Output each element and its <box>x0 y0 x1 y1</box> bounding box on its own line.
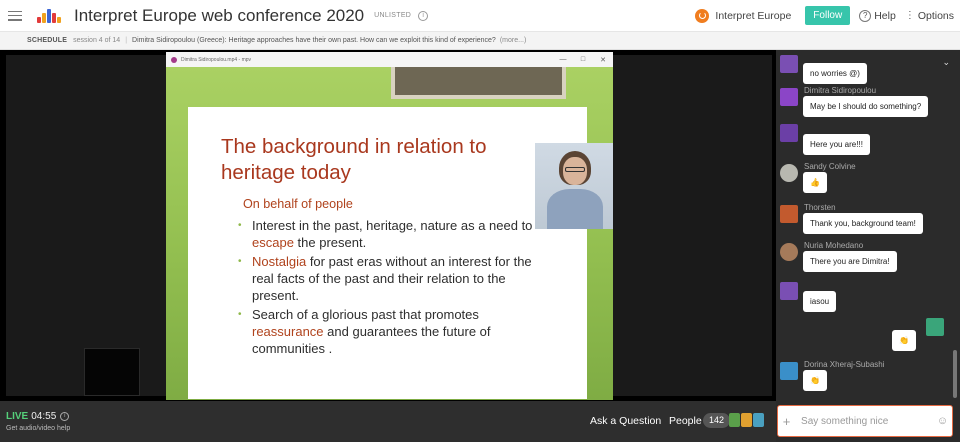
options-button[interactable]: ⋮ Options <box>905 10 954 22</box>
close-icon[interactable]: ✕ <box>593 56 613 64</box>
av-help-link[interactable]: Get audio/video help <box>6 425 70 432</box>
chat-panel: ⌄ no worries @) Dimitra Sidiropoulou May… <box>776 50 960 401</box>
kebab-icon: ⋮ <box>904 10 915 21</box>
emoji-icon[interactable]: ☺ <box>933 415 952 427</box>
options-label: Options <box>917 9 954 22</box>
slide-content: The background in relation to heritage t… <box>188 107 587 399</box>
avatar[interactable] <box>780 55 798 73</box>
participant-thumbnail[interactable] <box>84 348 140 396</box>
people-count-badge: 142 <box>703 413 731 428</box>
slide-bullet: • Search of a glorious past that promotes… <box>238 307 491 356</box>
chevron-down-icon[interactable]: ⌄ <box>942 57 950 68</box>
message-bubble: 👏 <box>803 370 827 391</box>
avatar[interactable] <box>780 362 798 380</box>
avatar[interactable] <box>780 124 798 142</box>
people-button[interactable]: People <box>669 415 702 427</box>
slide-bullet: • Nostalgia for past eras without an inte… <box>238 254 532 303</box>
session-indicator: session 4 of 14 <box>73 37 121 44</box>
message-bubble: Here you are!!! <box>803 134 870 155</box>
slide-subheading: On behalf of people <box>243 197 353 211</box>
organizer-logo-icon[interactable] <box>695 8 710 23</box>
bullet-icon: • <box>238 256 242 267</box>
talk-title: Dimitra Sidiropoulou (Greece): Heritage … <box>132 37 496 44</box>
avatar <box>741 413 752 427</box>
top-header: Interpret Europe web conference 2020 UNL… <box>0 0 960 31</box>
message-author[interactable]: Sandy Colvine <box>804 162 856 171</box>
avatar[interactable] <box>780 282 798 300</box>
message-bubble: May be I should do something? <box>803 96 929 117</box>
player-icon <box>171 56 177 63</box>
schedule-bar: SCHEDULE session 4 of 14 | Dimitra Sidir… <box>0 31 960 50</box>
follow-button[interactable]: Follow <box>805 6 851 25</box>
message-bubble: There you are Dimitra! <box>803 251 897 272</box>
slide-bullet: • Interest in the past, heritage, nature … <box>238 218 533 250</box>
live-indicator: LIVE <box>6 411 29 422</box>
message-bubble: 👍 <box>803 172 827 193</box>
slide-image-frame <box>391 67 566 99</box>
more-link[interactable]: (more...) <box>500 37 526 44</box>
separator: | <box>125 37 128 44</box>
message-author[interactable]: Thorsten <box>804 203 836 212</box>
bullet-icon: • <box>238 309 242 320</box>
avatar[interactable] <box>780 205 798 223</box>
chat-input-box: + ☺ <box>777 405 953 437</box>
ask-question-button[interactable]: Ask a Question <box>590 415 661 427</box>
schedule-label[interactable]: SCHEDULE <box>27 37 67 44</box>
app-logo[interactable] <box>36 7 62 25</box>
message-author[interactable]: Dorina Xheraj-Subashi <box>804 360 885 369</box>
message-bubble: Thank you, background team! <box>803 213 923 234</box>
people-avatars[interactable] <box>729 413 765 427</box>
message-bubble: iasou <box>803 291 837 312</box>
chat-scrollbar[interactable] <box>953 350 957 398</box>
slide-bullets: • Interest in the past, heritage, nature … <box>238 217 538 359</box>
organizer-name[interactable]: Interpret Europe <box>715 10 791 22</box>
avatar[interactable] <box>926 318 944 336</box>
message-author[interactable]: Dimitra Sidiropoulou <box>804 86 876 95</box>
message-author[interactable]: Nuria Mohedano <box>804 241 863 250</box>
message-bubble: 👏 <box>892 330 916 351</box>
avatar <box>753 413 764 427</box>
minimize-icon[interactable]: — <box>553 56 573 64</box>
plus-icon[interactable]: + <box>778 414 795 429</box>
hamburger-menu-icon[interactable] <box>8 10 22 21</box>
message-bubble: no worries @) <box>803 63 867 84</box>
maximize-icon[interactable]: □ <box>573 56 593 64</box>
info-icon[interactable]: i <box>418 10 429 21</box>
visibility-badge: UNLISTED <box>374 12 412 19</box>
help-icon: ? <box>859 9 872 22</box>
avatar <box>729 413 740 427</box>
bottom-bar: LIVE 04:55 i Get audio/video help Ask a … <box>0 401 776 442</box>
live-timer: 04:55 <box>31 411 57 422</box>
chat-input[interactable] <box>795 415 934 427</box>
help-label: Help <box>874 9 896 22</box>
help-button[interactable]: ? Help <box>859 9 896 22</box>
avatar[interactable] <box>780 88 798 106</box>
slide-heading: The background in relation to heritage t… <box>221 135 487 184</box>
info-icon[interactable]: i <box>60 412 70 421</box>
avatar[interactable] <box>780 164 798 182</box>
speaker-webcam <box>535 143 613 229</box>
window-title: Dimitra Sidiropoulou.mp4 - mpv <box>181 56 252 63</box>
slide-background: The background in relation to heritage t… <box>166 67 613 400</box>
page-title: Interpret Europe web conference 2020 <box>74 5 365 25</box>
avatar[interactable] <box>780 243 798 261</box>
window-titlebar: Dimitra Sidiropoulou.mp4 - mpv — □ ✕ <box>166 52 613 67</box>
bullet-icon: • <box>238 220 242 231</box>
